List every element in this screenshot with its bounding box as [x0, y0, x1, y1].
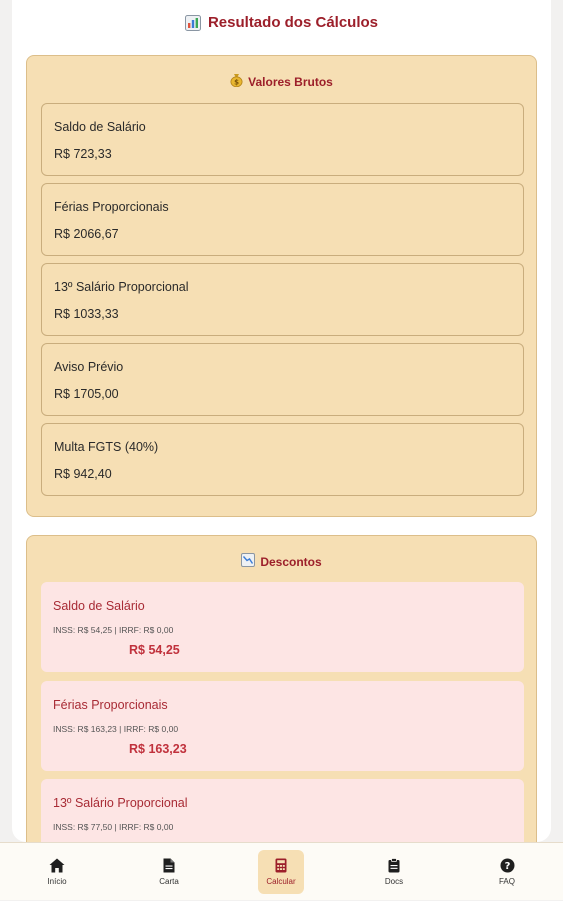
gross-item-label: Férias Proporcionais	[54, 200, 169, 214]
bottom-navigation: Início Carta Calcular Docs ? FAQ	[0, 842, 563, 900]
gross-item-13-salario: 13º Salário Proporcional R$ 1033,33	[41, 263, 524, 336]
gross-item-ferias: Férias Proporcionais R$ 2066,67	[41, 183, 524, 256]
deduction-item-detail: INSS: R$ 54,25 | IRRF: R$ 0,00	[53, 625, 174, 635]
deductions-heading-text: Descontos	[260, 554, 322, 569]
money-bag-icon: $	[230, 73, 243, 90]
gross-item-label: 13º Salário Proporcional	[54, 280, 189, 294]
nav-item-calcular[interactable]: Calcular	[241, 843, 321, 901]
gross-values-heading-text: Valores Brutos	[248, 74, 333, 89]
question-icon: ?	[500, 858, 514, 873]
deductions-panel: Descontos Saldo de Salário INSS: R$ 54,2…	[26, 535, 537, 842]
deduction-item-ferias: Férias Proporcionais INSS: R$ 163,23 | I…	[41, 681, 524, 771]
page-title: Resultado dos Cálculos	[12, 14, 551, 31]
nav-item-docs[interactable]: Docs	[354, 843, 434, 901]
deductions-heading: Descontos	[27, 553, 536, 570]
nav-item-inicio[interactable]: Início	[17, 843, 97, 901]
gross-item-value: R$ 2066,67	[54, 227, 119, 241]
deduction-item-detail: INSS: R$ 163,23 | IRRF: R$ 0,00	[53, 724, 179, 734]
deduction-item-total: R$ 163,23	[129, 742, 187, 756]
gross-item-value: R$ 1705,00	[54, 387, 119, 401]
svg-text:?: ?	[504, 861, 510, 872]
gross-item-value: R$ 723,33	[54, 147, 112, 161]
document-icon	[163, 858, 175, 873]
gross-item-saldo: Saldo de Salário R$ 723,33	[41, 103, 524, 176]
calculator-icon	[275, 858, 287, 873]
nav-label: Calcular	[266, 877, 296, 886]
deduction-item-saldo: Saldo de Salário INSS: R$ 54,25 | IRRF: …	[41, 582, 524, 672]
gross-item-label: Multa FGTS (40%)	[54, 440, 159, 454]
bar-chart-icon	[184, 14, 201, 31]
deduction-item-label: 13º Salário Proporcional	[53, 796, 188, 810]
nav-label: Docs	[384, 877, 404, 886]
nav-item-carta[interactable]: Carta	[129, 843, 209, 901]
gross-item-aviso-previo: Aviso Prévio R$ 1705,00	[41, 343, 524, 416]
gross-values-panel: $ Valores Brutos Saldo de Salário R$ 723…	[26, 55, 537, 517]
deduction-item-total: R$ 54,25	[129, 643, 180, 657]
gross-item-label: Aviso Prévio	[54, 360, 124, 374]
deduction-item-13-salario: 13º Salário Proporcional INSS: R$ 77,50 …	[41, 779, 524, 842]
nav-item-faq[interactable]: ? FAQ	[467, 843, 547, 901]
gross-item-value: R$ 942,40	[54, 467, 112, 481]
gross-item-multa-fgts: Multa FGTS (40%) R$ 942,40	[41, 423, 524, 496]
results-sheet: Resultado dos Cálculos $ Valores Brutos …	[12, 0, 551, 842]
deduction-item-label: Saldo de Salário	[53, 599, 145, 613]
svg-text:$: $	[234, 79, 239, 87]
nav-label: Início	[47, 877, 67, 886]
gross-values-heading: $ Valores Brutos	[27, 73, 536, 90]
nav-label: FAQ	[498, 877, 515, 886]
deduction-item-label: Férias Proporcionais	[53, 698, 168, 712]
deduction-item-detail: INSS: R$ 77,50 | IRRF: R$ 0,00	[53, 822, 174, 832]
chart-down-icon	[241, 553, 256, 570]
page-title-text: Resultado dos Cálculos	[207, 14, 379, 31]
gross-item-value: R$ 1033,33	[54, 307, 119, 321]
gross-item-label: Saldo de Salário	[54, 120, 146, 134]
clipboard-icon	[388, 858, 400, 873]
nav-label: Carta	[159, 877, 179, 886]
home-icon	[49, 858, 65, 873]
